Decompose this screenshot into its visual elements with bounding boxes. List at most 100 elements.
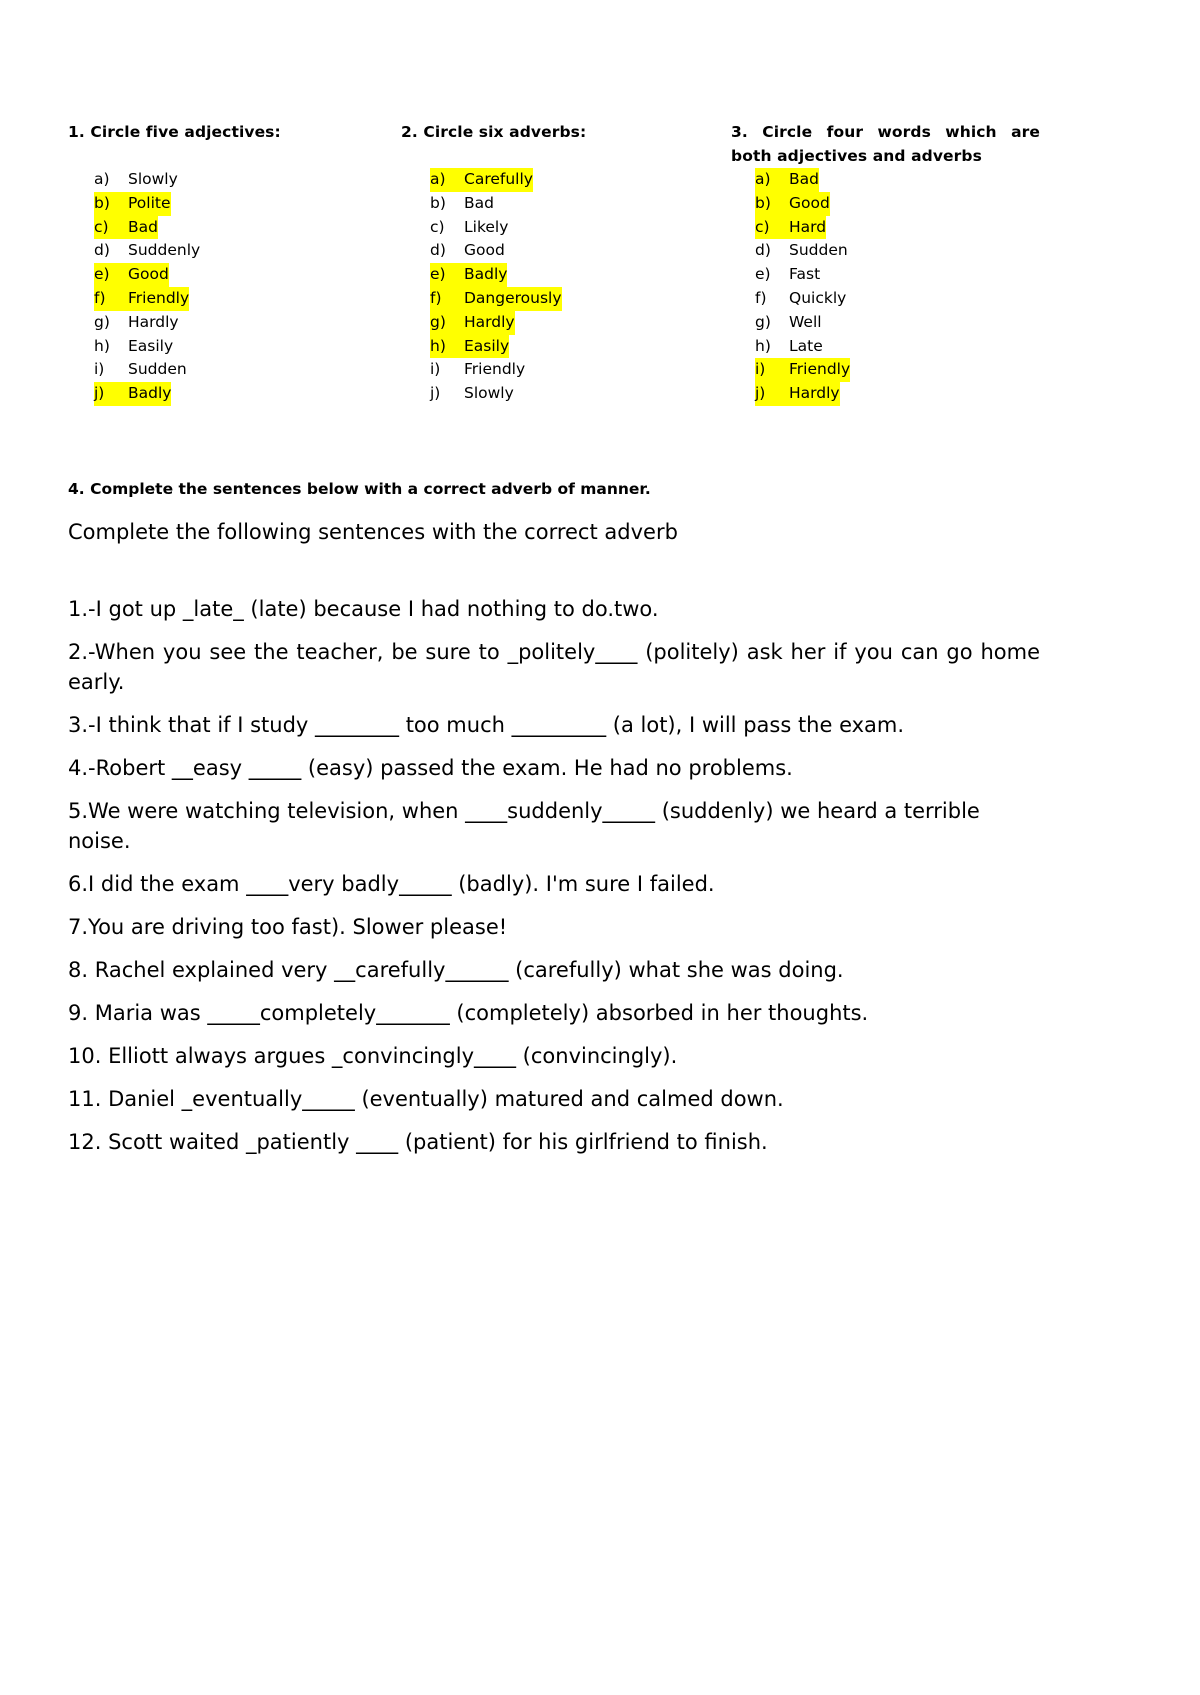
item-marker: e): [755, 265, 771, 284]
list-item[interactable]: e) Good: [94, 263, 401, 287]
list-item[interactable]: i) Friendly: [755, 358, 1040, 383]
item-word: Fast: [789, 265, 821, 284]
list-item[interactable]: a) Slowly: [94, 168, 401, 192]
item-word: Late: [789, 336, 823, 355]
item-marker: b): [755, 191, 789, 216]
item-word: Bad: [128, 215, 158, 240]
sentence-item[interactable]: 2.-When you see the teacher, be sure to …: [68, 637, 1040, 697]
item-word: Well: [789, 312, 822, 331]
list-item[interactable]: a) Carefully: [430, 168, 731, 192]
item-word: Dangerously: [464, 286, 562, 311]
item-word: Sudden: [128, 360, 187, 379]
list-item[interactable]: h) Late: [755, 335, 1040, 359]
item-word: Likely: [464, 217, 509, 236]
sentence-item[interactable]: 8. Rachel explained very __carefully____…: [68, 955, 1040, 985]
list-item[interactable]: f) Quickly: [755, 287, 1040, 311]
exercise-3-heading-line2: both adjectives and adverbs: [731, 147, 982, 165]
exercise-2-column: 2. Circle six adverbs: a) Carefully b) B…: [401, 120, 731, 406]
item-marker: b): [430, 193, 446, 212]
item-marker: j): [94, 382, 128, 406]
sentence-item[interactable]: 1.-I got up _late_ (late) because I had …: [68, 594, 1040, 624]
exercise-4-subheading: Complete the following sentences with th…: [68, 519, 678, 544]
item-word: Bad: [789, 168, 819, 192]
item-word: Easily: [464, 334, 510, 359]
list-item[interactable]: i) Sudden: [94, 358, 401, 382]
item-word: Good: [128, 263, 169, 287]
sentence-item[interactable]: 6.I did the exam ____very badly_____ (ba…: [68, 869, 1040, 899]
item-marker: g): [430, 310, 464, 335]
item-word: Friendly: [464, 360, 526, 379]
list-item[interactable]: f) Dangerously: [430, 286, 731, 311]
list-item[interactable]: f) Friendly: [94, 286, 401, 311]
item-word: Polite: [128, 191, 171, 216]
list-item[interactable]: c) Likely: [430, 216, 731, 240]
list-item[interactable]: b) Polite: [94, 191, 401, 216]
item-word: Quickly: [789, 288, 847, 307]
exercise-3-list: a) Bad b) Good c) Hard d) Sudden e) Fast…: [731, 168, 1040, 406]
item-marker: i): [430, 360, 441, 379]
list-item[interactable]: b) Bad: [430, 192, 731, 216]
item-word: Friendly: [789, 358, 851, 383]
sentence-item[interactable]: 3.-I think that if I study ________ too …: [68, 710, 1040, 740]
exercise-2-heading: 2. Circle six adverbs:: [401, 123, 587, 141]
item-marker: d): [430, 241, 446, 260]
list-item[interactable]: j) Hardly: [755, 382, 1040, 406]
page-content: 1. Circle five adjectives: a) Slowly b) …: [68, 120, 1040, 1170]
sentence-item[interactable]: 12. Scott waited _patiently ____ (patien…: [68, 1127, 1040, 1157]
item-word: Hard: [789, 215, 827, 240]
item-marker: g): [755, 312, 771, 331]
list-item[interactable]: d) Suddenly: [94, 239, 401, 263]
item-word: Sudden: [789, 241, 848, 260]
list-item[interactable]: a) Bad: [755, 168, 1040, 192]
list-item[interactable]: h) Easily: [430, 334, 731, 359]
exercise-3-column: 3. Circle four words which are both adje…: [731, 120, 1040, 406]
list-item[interactable]: c) Hard: [755, 215, 1040, 240]
sentence-item[interactable]: 5.We were watching television, when ____…: [68, 796, 1040, 856]
list-item[interactable]: j) Slowly: [430, 382, 731, 406]
exercise-1-heading: 1. Circle five adjectives:: [68, 123, 281, 141]
item-marker: f): [430, 286, 464, 311]
exercise-1-column: 1. Circle five adjectives: a) Slowly b) …: [68, 120, 401, 406]
exercise-1-list: a) Slowly b) Polite c) Bad d) Suddenly e…: [68, 144, 401, 406]
list-item[interactable]: g) Hardly: [430, 310, 731, 335]
item-word: Hardly: [464, 310, 515, 335]
exercise-3-heading: 3. Circle four words which are both adje…: [731, 120, 1040, 168]
item-marker: a): [430, 168, 464, 192]
sentence-item[interactable]: 9. Maria was _____completely_______ (com…: [68, 998, 1040, 1028]
item-marker: b): [94, 191, 128, 216]
list-item[interactable]: b) Good: [755, 191, 1040, 216]
item-word: Suddenly: [128, 241, 201, 260]
list-item[interactable]: g) Well: [755, 311, 1040, 335]
list-item[interactable]: j) Badly: [94, 382, 401, 406]
list-item[interactable]: e) Fast: [755, 263, 1040, 287]
list-item[interactable]: e) Badly: [430, 263, 731, 287]
list-item[interactable]: c) Bad: [94, 215, 401, 240]
item-marker: j): [755, 382, 789, 406]
list-item[interactable]: d) Good: [430, 239, 731, 263]
worksheet-page: 1. Circle five adjectives: a) Slowly b) …: [0, 0, 1200, 1695]
item-marker: h): [94, 336, 110, 355]
item-marker: e): [430, 263, 464, 287]
item-word: Easily: [128, 336, 174, 355]
sentence-item[interactable]: 7.You are driving too fast). Slower plea…: [68, 912, 1040, 942]
item-marker: a): [94, 170, 110, 188]
list-item[interactable]: d) Sudden: [755, 239, 1040, 263]
exercise-4-sentence-list: 1.-I got up _late_ (late) because I had …: [68, 546, 1040, 1157]
list-item[interactable]: h) Easily: [94, 335, 401, 359]
item-marker: j): [430, 384, 441, 403]
sentence-item[interactable]: 4.-Robert __easy _____ (easy) passed the…: [68, 753, 1040, 783]
item-word: Hardly: [789, 382, 840, 406]
exercise-3-heading-line1: 3. Circle four words which are: [731, 123, 1040, 141]
item-word: Slowly: [464, 384, 514, 403]
list-item[interactable]: g) Hardly: [94, 311, 401, 335]
list-item[interactable]: i) Friendly: [430, 358, 731, 382]
item-word: Bad: [464, 193, 494, 212]
item-marker: i): [94, 360, 105, 379]
item-word: Badly: [128, 382, 172, 406]
sentence-item[interactable]: 10. Elliott always argues _convincingly_…: [68, 1041, 1040, 1071]
item-marker: f): [755, 288, 767, 307]
exercise-columns: 1. Circle five adjectives: a) Slowly b) …: [68, 120, 1040, 406]
item-marker: d): [94, 241, 110, 260]
item-word: Good: [789, 191, 830, 216]
sentence-item[interactable]: 11. Daniel _eventually_____ (eventually)…: [68, 1084, 1040, 1114]
